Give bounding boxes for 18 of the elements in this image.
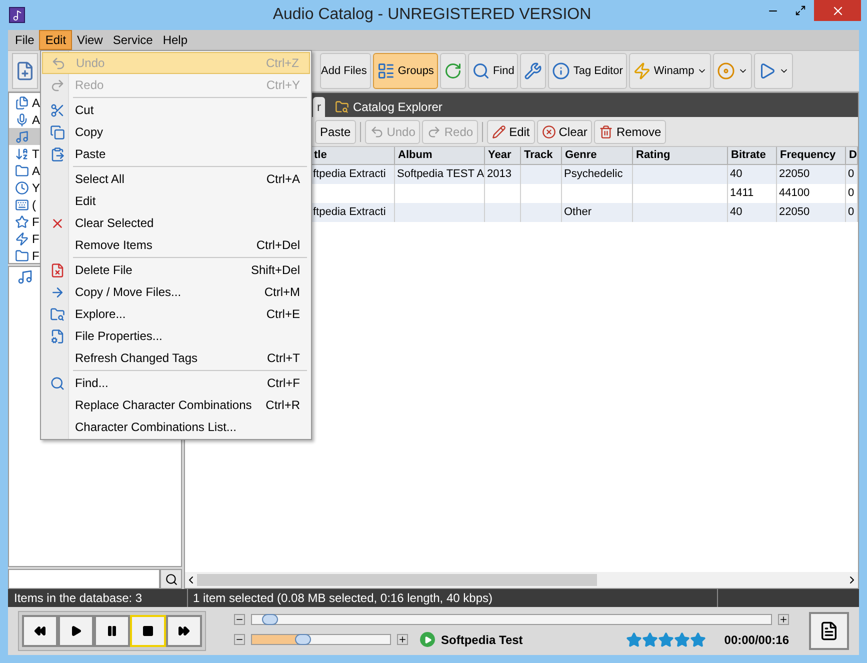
time-display: 00:00/00:16 bbox=[724, 632, 789, 648]
table-cell-text: 0 bbox=[848, 167, 854, 182]
table-cell-text: 1411 bbox=[730, 186, 754, 202]
table-cell-text: 0 bbox=[848, 186, 854, 202]
table-cell-text: ftpedia Extracti bbox=[313, 167, 386, 182]
table-cell-text: ftpedia Extracti bbox=[313, 205, 386, 220]
table-cell-text: 40 bbox=[730, 205, 742, 220]
table-cell-text: 44100 bbox=[779, 186, 810, 202]
track-title: Softpedia Test bbox=[441, 632, 523, 648]
table-cell-text: 2013 bbox=[487, 167, 512, 182]
table-cell-text: 40 bbox=[730, 167, 742, 182]
window-title: Audio Catalog - UNREGISTERED VERSION bbox=[272, 5, 592, 25]
table-cell-text: Softpedia TEST A bbox=[397, 167, 484, 182]
table-cell-text: Psychedelic bbox=[564, 167, 623, 182]
table-cell-text: Other bbox=[564, 205, 592, 220]
table-cell-text: 0 bbox=[848, 205, 854, 220]
table-cell-text: 22050 bbox=[779, 167, 810, 182]
table-cell-text: 22050 bbox=[779, 205, 810, 220]
